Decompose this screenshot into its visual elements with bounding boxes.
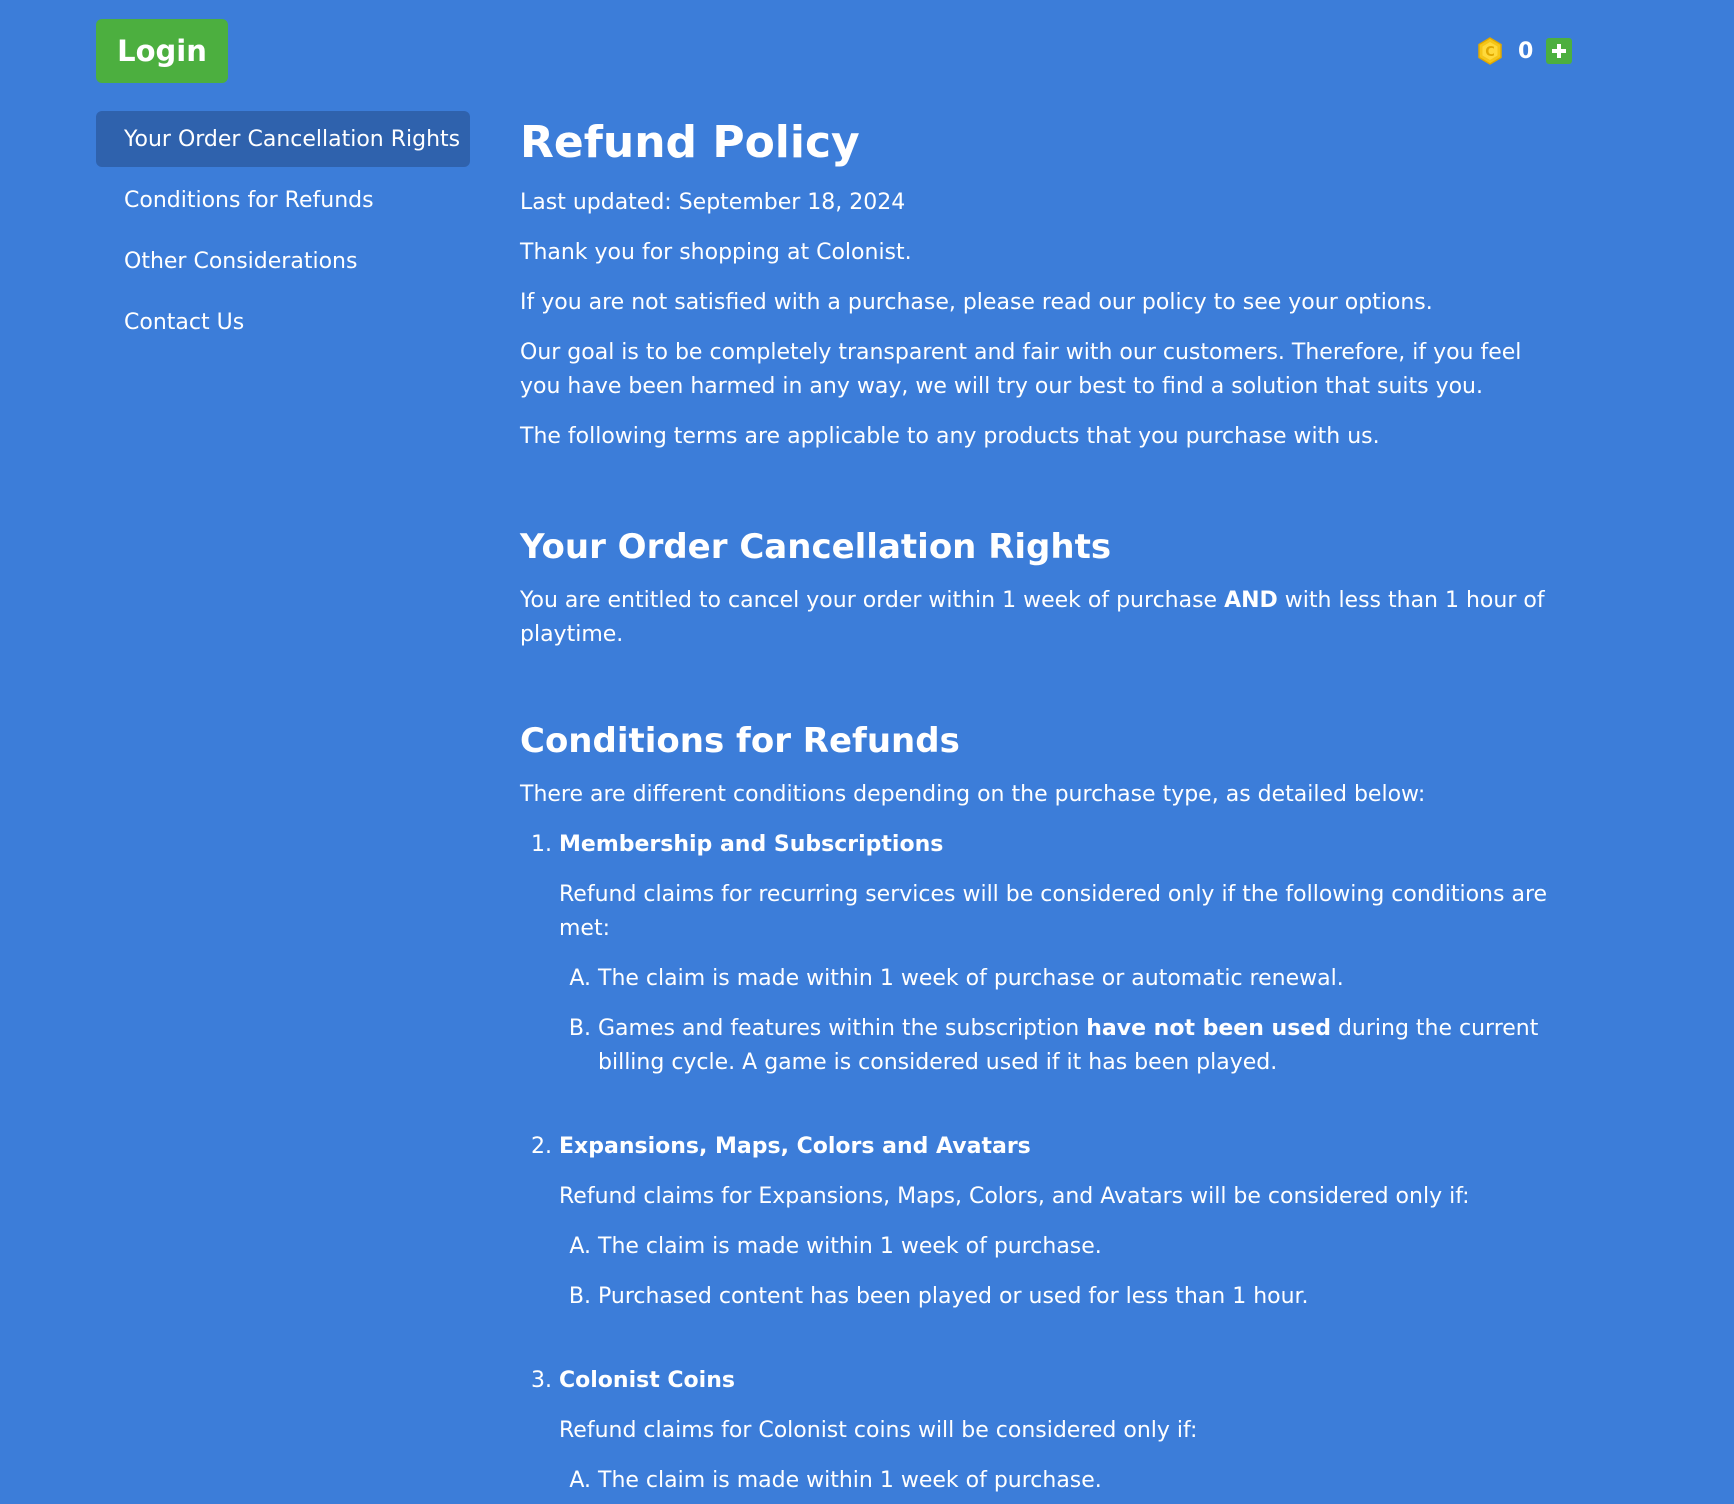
list-item-description: Refund claims for Colonist coins will be… bbox=[559, 1418, 1198, 1443]
sub-item-emphasis: have not been used bbox=[1086, 1016, 1331, 1041]
intro-paragraph: If you are not satisfied with a purchase… bbox=[520, 290, 1433, 315]
conditions-list: Membership and Subscriptions Refund clai… bbox=[520, 828, 1550, 1498]
list-item-title: Expansions, Maps, Colors and Avatars bbox=[559, 1134, 1031, 1159]
list-item-title: Colonist Coins bbox=[559, 1368, 735, 1393]
intro-paragraph: Thank you for shopping at Colonist. bbox=[520, 240, 912, 265]
top-bar: Login C 0 bbox=[0, 0, 1734, 100]
last-updated: Last updated: September 18, 2024 bbox=[520, 190, 906, 215]
sub-list: The claim is made within 1 week of purch… bbox=[559, 962, 1550, 1080]
sidebar-item-other-considerations[interactable]: Other Considerations bbox=[96, 233, 470, 289]
sub-list: The claim is made within 1 week of purch… bbox=[559, 1230, 1550, 1314]
list-item: Expansions, Maps, Colors and Avatars Ref… bbox=[559, 1130, 1550, 1314]
page-title: Refund Policy bbox=[520, 117, 860, 168]
sidebar-item-contact-us[interactable]: Contact Us bbox=[96, 294, 470, 350]
sidebar-item-conditions-for-refunds[interactable]: Conditions for Refunds bbox=[96, 172, 470, 228]
plus-icon[interactable] bbox=[1546, 38, 1572, 64]
conditions-intro: There are different conditions depending… bbox=[520, 782, 1426, 807]
section-heading-cancellation: Your Order Cancellation Rights bbox=[520, 527, 1112, 567]
sub-list-item: Games and features within the subscripti… bbox=[598, 1012, 1550, 1080]
coin-balance: C 0 bbox=[1476, 36, 1572, 66]
sub-list-item: Purchased content has been played or use… bbox=[598, 1280, 1550, 1314]
cancellation-text-emphasis: AND bbox=[1224, 588, 1278, 613]
list-item: Colonist Coins Refund claims for Colonis… bbox=[559, 1364, 1550, 1498]
coin-icon: C bbox=[1476, 37, 1504, 65]
sub-list-item: The claim is made within 1 week of purch… bbox=[598, 1464, 1550, 1498]
page: Login C 0 Your Order Cancellation Rights… bbox=[0, 0, 1734, 1504]
list-item-description: Refund claims for recurring services wil… bbox=[559, 882, 1548, 941]
intro-paragraph: Our goal is to be completely transparent… bbox=[520, 340, 1522, 399]
cancellation-text: You are entitled to cancel your order wi… bbox=[520, 584, 1550, 652]
list-item: Membership and Subscriptions Refund clai… bbox=[559, 828, 1550, 1080]
section-heading-conditions: Conditions for Refunds bbox=[520, 721, 960, 761]
sidebar: Your Order Cancellation Rights Condition… bbox=[96, 111, 470, 350]
sub-list: The claim is made within 1 week of purch… bbox=[559, 1464, 1550, 1498]
sub-list-item: The claim is made within 1 week of purch… bbox=[598, 1230, 1550, 1264]
svg-text:C: C bbox=[1485, 45, 1495, 60]
coin-count: 0 bbox=[1518, 38, 1534, 64]
main-content: Refund Policy Last updated: September 18… bbox=[520, 108, 1550, 1504]
intro-paragraph: The following terms are applicable to an… bbox=[520, 424, 1380, 449]
list-item-description: Refund claims for Expansions, Maps, Colo… bbox=[559, 1184, 1470, 1209]
list-item-title: Membership and Subscriptions bbox=[559, 832, 944, 857]
sidebar-item-cancellation-rights[interactable]: Your Order Cancellation Rights bbox=[96, 111, 470, 167]
sub-list-item: The claim is made within 1 week of purch… bbox=[598, 962, 1550, 996]
sub-item-text: Games and features within the subscripti… bbox=[598, 1016, 1087, 1041]
login-button[interactable]: Login bbox=[96, 19, 228, 83]
cancellation-text-part: You are entitled to cancel your order wi… bbox=[520, 588, 1225, 613]
